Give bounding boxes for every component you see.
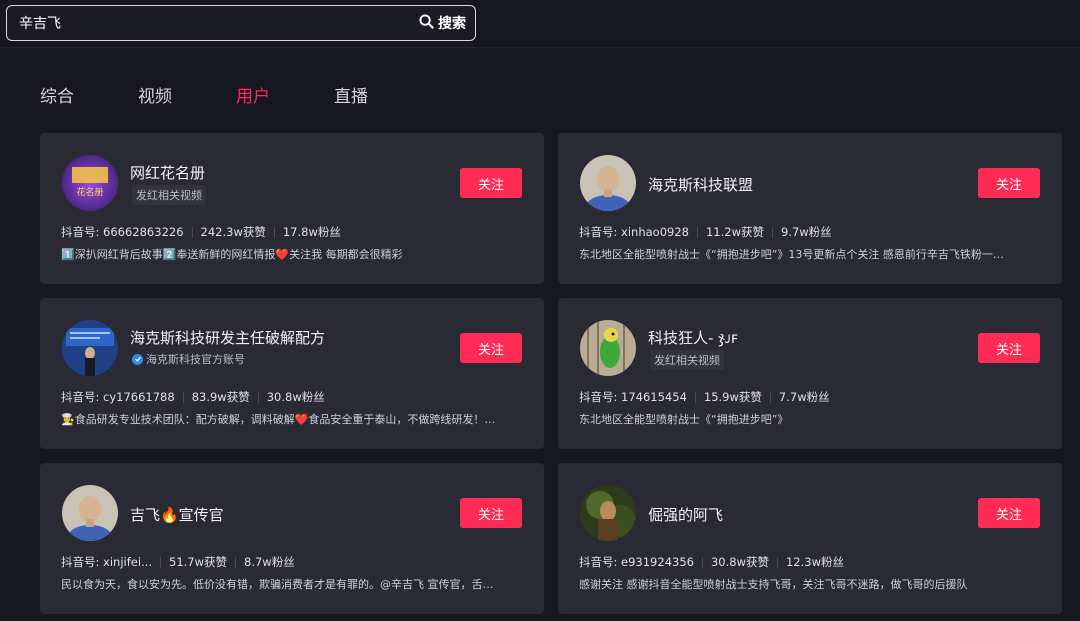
stat-divider	[771, 226, 773, 238]
avatar[interactable]	[580, 485, 636, 541]
verified-badge: 海克斯科技官方账号	[132, 351, 245, 367]
stat-divider	[235, 556, 237, 568]
user-stats: 抖音号: xinhao0928 11.2w获赞 9.7w粉丝	[579, 224, 832, 240]
likes-count: 242.3w获赞	[200, 225, 266, 239]
douyin-id: 抖音号: 174615454	[579, 390, 687, 404]
avatar[interactable]	[62, 485, 118, 541]
tab-all[interactable]: 综合	[40, 82, 74, 107]
stat-divider	[273, 226, 275, 238]
user-description: 👩‍🍳食品研发专业技术团队：配方破解，调料破解❤️食品安全重于泰山，不做跨线研发…	[61, 413, 496, 426]
user-description: 东北地区全能型喷射战士《“拥抱进步吧”》	[579, 413, 789, 426]
search-icon	[419, 13, 434, 33]
stat-divider	[694, 391, 696, 403]
user-stats: 抖音号: cy17661788 83.9w获赞 30.8w粉丝	[61, 389, 325, 405]
search-results-page: 搜索 综合 视频 用户 直播 花名册 网红花名册 发红相关视频 关注 抖音号: …	[0, 0, 1080, 621]
user-card[interactable]: 吉飞🔥宣传官 关注 抖音号: xinjifei... 51.7w获赞 8.7w粉…	[40, 463, 544, 614]
verified-check-icon	[132, 353, 143, 365]
stat-divider	[182, 391, 184, 403]
user-name[interactable]: 科技狂人- ჯᴊꜰ	[648, 327, 738, 348]
follow-button[interactable]: 关注	[460, 168, 522, 198]
fans-count: 8.7w粉丝	[244, 555, 295, 569]
douyin-id: 抖音号: cy17661788	[61, 390, 175, 404]
search-input[interactable]	[7, 6, 419, 40]
douyin-id: 抖音号: xinhao0928	[579, 225, 689, 239]
user-stats: 抖音号: 66662863226 242.3w获赞 17.8w粉丝	[61, 224, 341, 240]
user-card[interactable]: 科技狂人- ჯᴊꜰ 发红相关视频 关注 抖音号: 174615454 15.9w…	[558, 298, 1062, 449]
header-divider	[0, 47, 1080, 48]
user-tag: 发红相关视频	[132, 185, 206, 205]
stat-divider	[776, 556, 778, 568]
fans-count: 30.8w粉丝	[266, 390, 325, 404]
likes-count: 30.8w获赞	[710, 555, 769, 569]
stat-divider	[769, 391, 771, 403]
user-stats: 抖音号: xinjifei... 51.7w获赞 8.7w粉丝	[61, 554, 295, 570]
stat-divider	[160, 556, 161, 568]
tab-videos[interactable]: 视频	[138, 82, 172, 107]
stat-divider	[257, 391, 259, 403]
user-name[interactable]: 海克斯科技研发主任破解配方	[130, 327, 325, 348]
avatar[interactable]	[580, 155, 636, 211]
fans-count: 12.3w粉丝	[785, 555, 844, 569]
douyin-id: 抖音号: e931924356	[579, 555, 694, 569]
verified-label: 海克斯科技官方账号	[146, 353, 245, 366]
search-button-label: 搜索	[438, 16, 466, 32]
user-description: 1️⃣深扒网红背后故事2️⃣奉送新鲜的网红情报❤️关注我 每期都会很精彩	[61, 248, 403, 261]
likes-count: 11.2w获赞	[705, 225, 764, 239]
search-button[interactable]: 搜索	[419, 13, 475, 33]
search-bar: 搜索	[6, 5, 476, 41]
user-name[interactable]: 网红花名册	[130, 162, 205, 183]
svg-text:花名册: 花名册	[76, 186, 103, 198]
user-description: 东北地区全能型喷射战士《“拥抱进步吧”》13号更新点个关注 感恩前行辛吉飞铁粉一…	[579, 248, 1004, 261]
tab-live[interactable]: 直播	[334, 82, 368, 107]
user-card[interactable]: 海克斯科技联盟 关注 抖音号: xinhao0928 11.2w获赞 9.7w粉…	[558, 133, 1062, 284]
avatar[interactable]	[580, 320, 636, 376]
fans-count: 9.7w粉丝	[780, 225, 832, 239]
user-card[interactable]: 倔强的阿飞 关注 抖音号: e931924356 30.8w获赞 12.3w粉丝…	[558, 463, 1062, 614]
user-name[interactable]: 海克斯科技联盟	[648, 174, 753, 195]
avatar[interactable]	[62, 320, 118, 376]
user-stats: 抖音号: 174615454 15.9w获赞 7.7w粉丝	[579, 389, 830, 405]
follow-button[interactable]: 关注	[460, 498, 522, 528]
fans-count: 17.8w粉丝	[282, 225, 341, 239]
follow-button[interactable]: 关注	[460, 333, 522, 363]
fans-count: 7.7w粉丝	[778, 390, 830, 404]
user-card[interactable]: 海克斯科技研发主任破解配方 海克斯科技官方账号 关注 抖音号: cy176617…	[40, 298, 544, 449]
stat-divider	[701, 556, 703, 568]
user-tag: 发红相关视频	[650, 350, 724, 370]
likes-count: 83.9w获赞	[191, 390, 250, 404]
user-description: 感谢关注 感谢抖音全能型喷射战士支持飞哥，关注飞哥不迷路，做飞哥的后援队	[579, 578, 968, 591]
user-name[interactable]: 吉飞🔥宣传官	[130, 504, 224, 525]
user-description: 民以食为天，食以安为先。低价没有错，欺骗消费者才是有罪的。@辛吉飞 宣传官，舌…	[61, 578, 494, 591]
avatar[interactable]: 花名册	[62, 155, 118, 211]
user-stats: 抖音号: e931924356 30.8w获赞 12.3w粉丝	[579, 554, 844, 570]
follow-button[interactable]: 关注	[978, 498, 1040, 528]
douyin-id: 抖音号: xinjifei...	[61, 555, 152, 569]
stat-divider	[191, 226, 193, 238]
follow-button[interactable]: 关注	[978, 333, 1040, 363]
user-name[interactable]: 倔强的阿飞	[648, 504, 723, 525]
tab-users[interactable]: 用户	[236, 82, 270, 107]
stat-divider	[696, 226, 698, 238]
likes-count: 15.9w获赞	[703, 390, 762, 404]
user-card[interactable]: 花名册 网红花名册 发红相关视频 关注 抖音号: 66662863226 242…	[40, 133, 544, 284]
douyin-id: 抖音号: 66662863226	[61, 225, 184, 239]
follow-button[interactable]: 关注	[978, 168, 1040, 198]
likes-count: 51.7w获赞	[169, 555, 228, 569]
